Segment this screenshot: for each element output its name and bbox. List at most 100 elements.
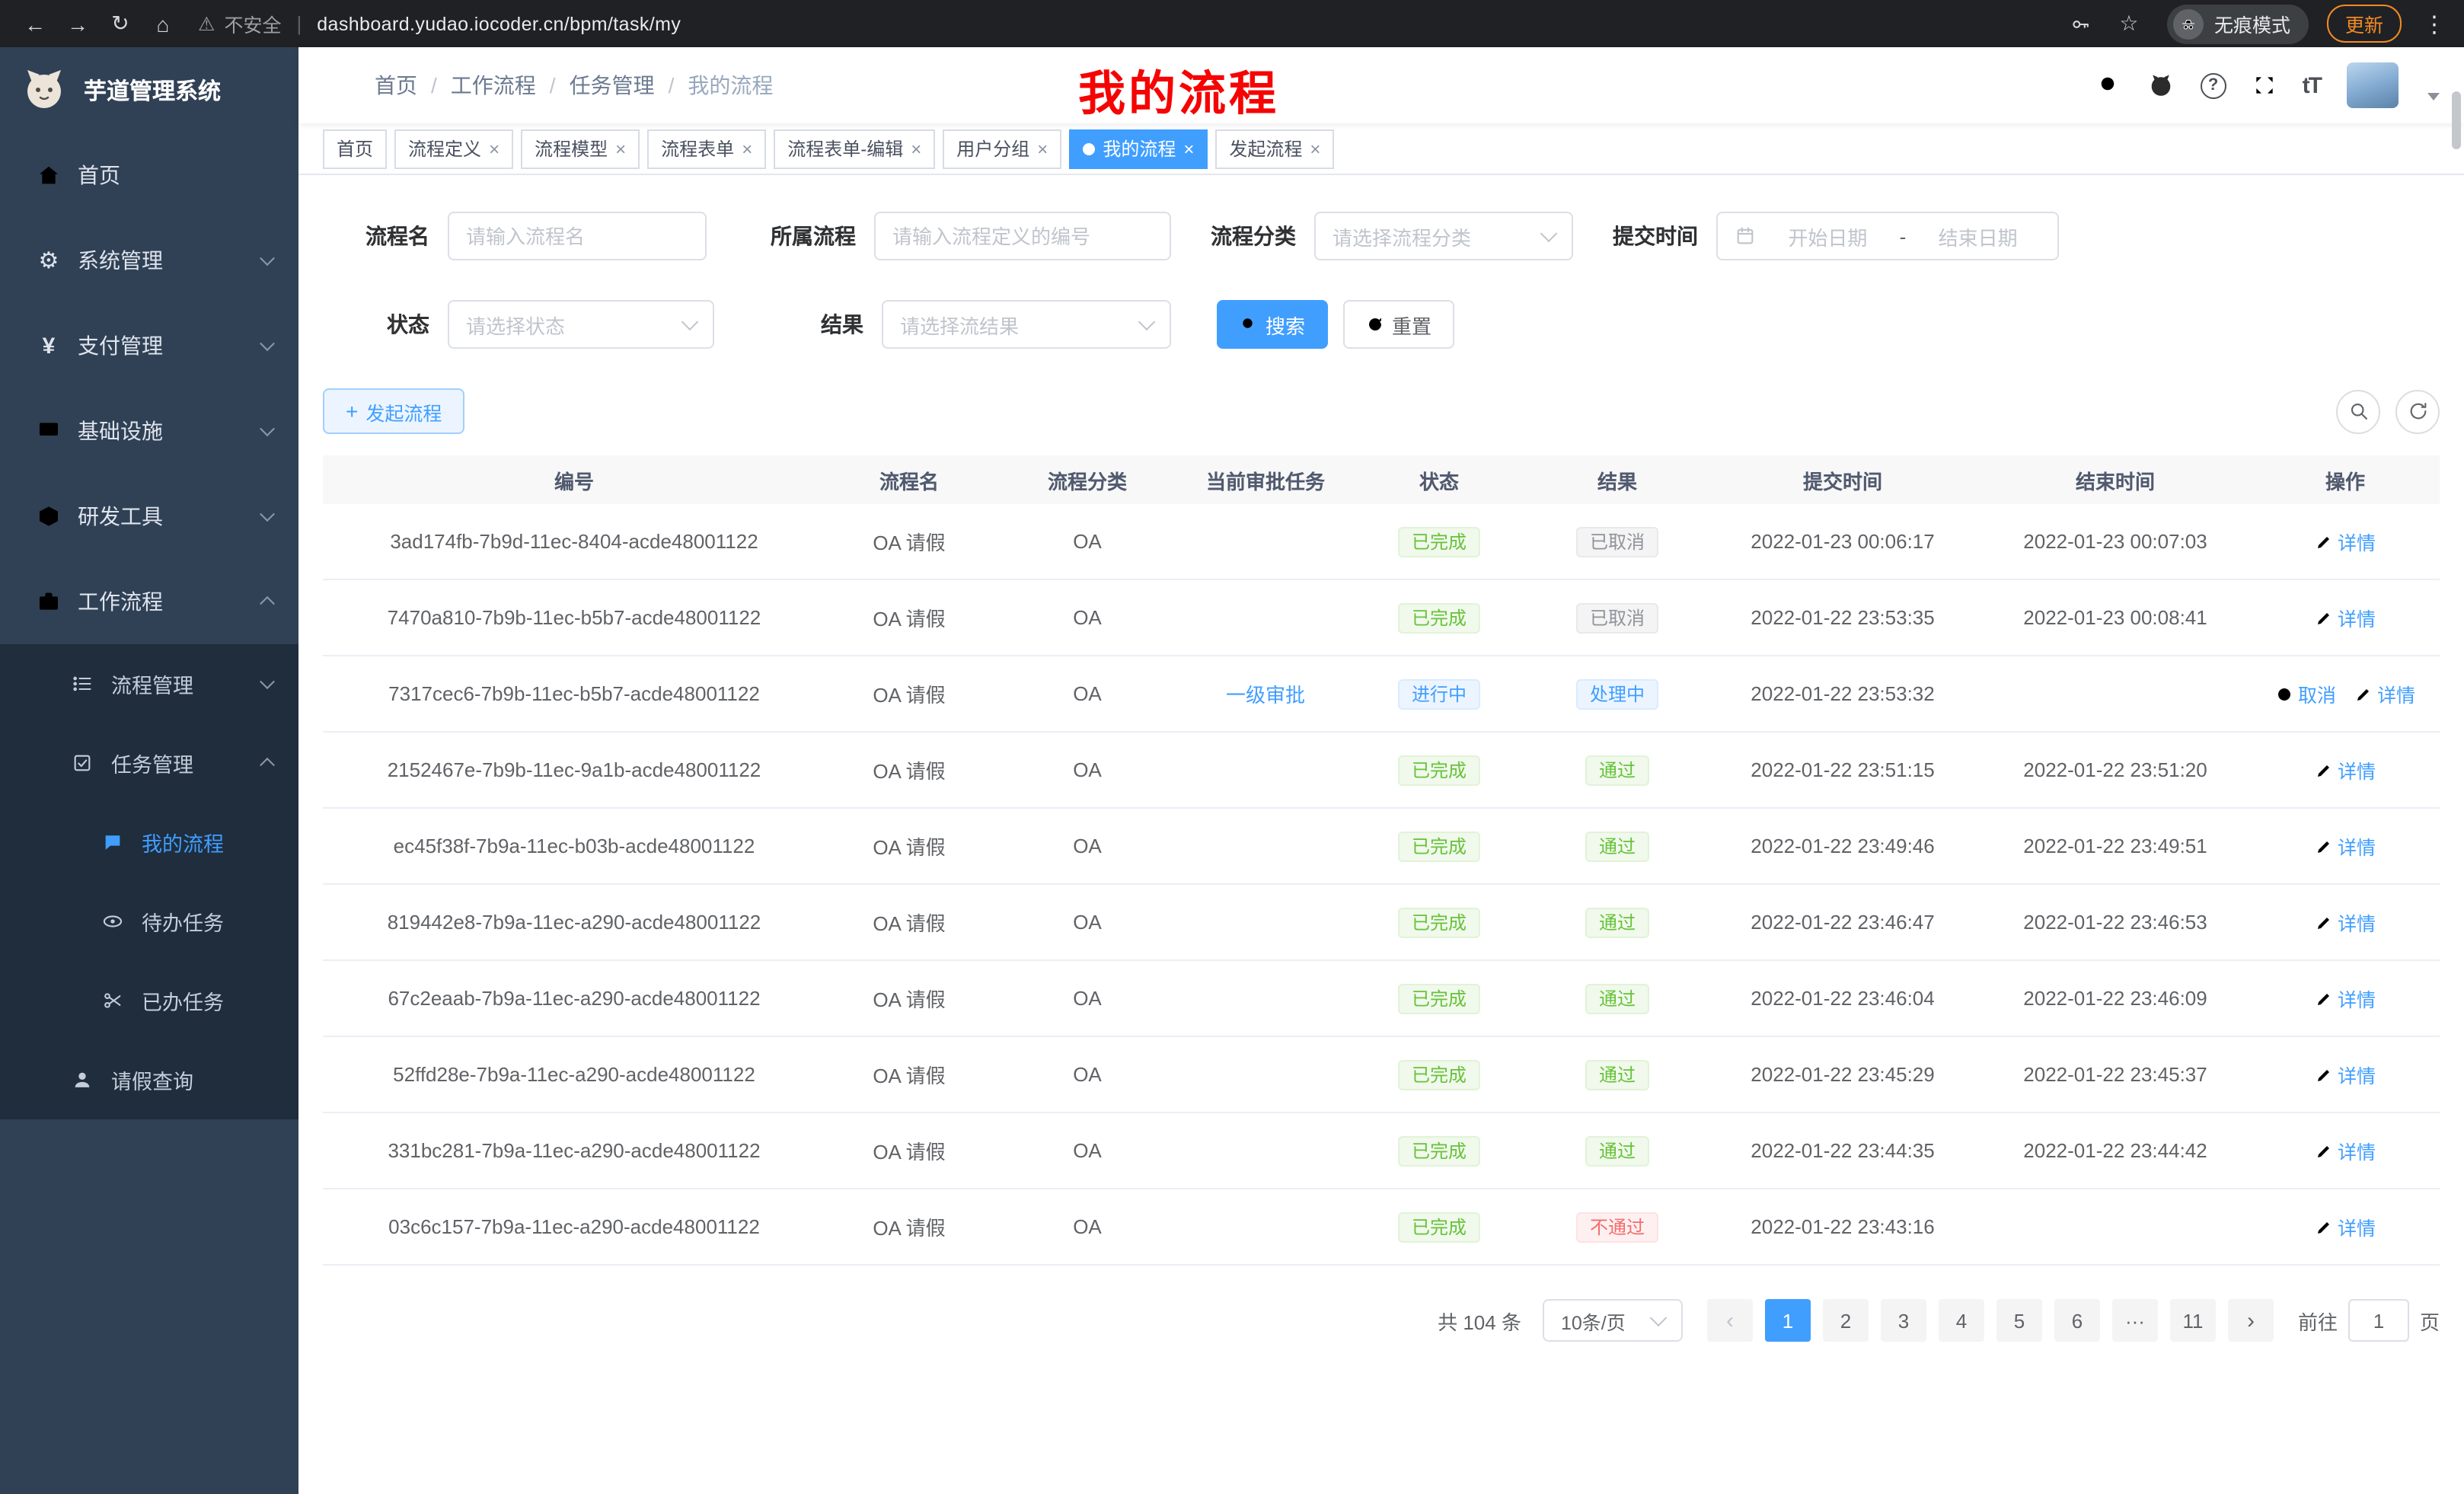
reset-button[interactable]: 重置 [1343,300,1454,349]
sidebar-item-task-mgmt[interactable]: 任务管理 [0,723,298,803]
cell-status: 进行中 [1349,678,1529,709]
tab-close-icon[interactable]: × [1310,139,1320,158]
font-size-icon[interactable]: tT [2303,72,2321,98]
cell-name: OA 请假 [825,679,993,708]
browser-back-button[interactable]: ← [15,4,55,43]
detail-link[interactable]: 详情 [2315,1212,2376,1241]
parent-process-input[interactable] [892,225,1153,247]
incognito-profile[interactable]: 无痕模式 [2167,4,2309,43]
tab-home[interactable]: 首页 [323,129,387,168]
breadcrumb-task-mgmt[interactable]: 任务管理 [570,70,655,101]
detail-link[interactable]: 详情 [2354,679,2415,708]
sidebar-item-system[interactable]: ⚙ 系统管理 [0,218,298,303]
detail-link[interactable]: 详情 [2315,755,2376,784]
sidebar-item-devtools[interactable]: 研发工具 [0,474,298,559]
detail-link[interactable]: 详情 [2315,527,2376,556]
status-select[interactable]: 请选择状态 [448,300,714,349]
breadcrumb-home[interactable]: 首页 [375,70,417,101]
next-page-button[interactable]: › [2228,1299,2274,1342]
tab-label: 流程模型 [535,136,608,161]
tab-close-icon[interactable]: × [615,139,626,158]
page-2[interactable]: 2 [1823,1299,1869,1342]
browser-reload-button[interactable]: ↻ [101,4,140,43]
cell-result: 通过 [1529,907,1706,937]
avatar-caret-icon[interactable] [2427,92,2440,100]
process-name-input[interactable] [466,225,688,247]
start-process-button[interactable]: + 发起流程 [323,388,464,434]
tab-process-form-edit[interactable]: 流程表单-编辑× [774,129,935,168]
page: ← → ↻ ⌂ ⚠ 不安全 | dashboard.yudao.iocoder.… [0,0,2464,1494]
page-5[interactable]: 5 [1996,1299,2042,1342]
sidebar-item-todo-tasks[interactable]: 待办任务 [0,882,298,961]
page-1[interactable]: 1 [1765,1299,1811,1342]
page-6[interactable]: 6 [2054,1299,2100,1342]
table-row: 331bc281-7b9a-11ec-a290-acde48001122 OA … [323,1113,2440,1189]
scrollbar-thumb[interactable] [2452,91,2461,149]
sidebar-item-home[interactable]: 首页 [0,132,298,218]
page-4[interactable]: 4 [1939,1299,1984,1342]
github-icon[interactable] [2147,72,2175,99]
tab-start-process[interactable]: 发起流程× [1215,129,1334,168]
user-avatar[interactable] [2347,62,2399,108]
tab-close-icon[interactable]: × [742,139,752,158]
fullscreen-icon[interactable] [2252,73,2277,97]
current-task-link[interactable]: 一级审批 [1226,684,1305,707]
refresh-table-button[interactable] [2395,389,2440,433]
page-size-select[interactable]: 10条/页 [1543,1299,1683,1342]
tab-process-model[interactable]: 流程模型 × [521,129,640,168]
tab-my-process[interactable]: 我的流程× [1069,129,1208,168]
search-icon[interactable] [2097,73,2121,97]
browser-home-button[interactable]: ⌂ [143,4,183,43]
sidebar-item-infra[interactable]: 基础设施 [0,388,298,474]
goto-page-input[interactable] [2348,1299,2409,1342]
more-pages-button[interactable]: ··· [2112,1299,2158,1342]
logo[interactable]: 芋道管理系统 [0,47,298,132]
tab-process-form[interactable]: 流程表单× [647,129,766,168]
detail-link[interactable]: 详情 [2315,1136,2376,1165]
cell-category: OA [993,911,1182,934]
key-icon[interactable] [2070,13,2091,34]
cancel-link[interactable]: 取消 [2275,679,2336,708]
status-tag: 已完成 [1398,1211,1480,1242]
edit-icon [2315,1065,2333,1084]
search-button[interactable]: 搜索 [1217,300,1328,349]
update-button[interactable]: 更新 [2327,5,2402,43]
help-icon[interactable]: ? [2201,72,2226,98]
detail-link[interactable]: 详情 [2315,1060,2376,1089]
tab-process-definition[interactable]: 流程定义× [394,129,513,168]
edit-icon [2315,1141,2333,1160]
chevron-down-icon [260,674,275,689]
sidebar-item-payment[interactable]: ¥ 支付管理 [0,303,298,388]
detail-link[interactable]: 详情 [2315,832,2376,860]
tab-close-icon[interactable]: × [489,139,500,158]
result-select[interactable]: 请选择流结果 [882,300,1171,349]
tab-close-icon[interactable]: × [1037,139,1048,158]
sidebar-item-leave-query[interactable]: 请假查询 [0,1040,298,1119]
toggle-search-button[interactable] [2336,389,2380,433]
breadcrumb-workflow[interactable]: 工作流程 [451,70,536,101]
sidebar-item-my-process[interactable]: 我的流程 [0,803,298,882]
sidebar-item-process-mgmt[interactable]: 流程管理 [0,644,298,723]
page-3[interactable]: 3 [1881,1299,1926,1342]
category-select[interactable]: 请选择流程分类 [1314,212,1573,260]
sidebar-item-done-tasks[interactable]: 已办任务 [0,961,298,1040]
sidebar-collapse-icon[interactable] [323,72,350,99]
address-url[interactable]: dashboard.yudao.iocoder.cn/bpm/task/my [317,13,681,34]
browser-forward-button[interactable]: → [58,4,97,43]
cell-name: OA 请假 [825,603,993,632]
scissors-icon [97,990,128,1011]
tab-user-group[interactable]: 用户分组× [943,129,1061,168]
prev-page-button[interactable]: ‹ [1707,1299,1753,1342]
tab-close-icon[interactable]: × [1183,139,1194,158]
detail-link[interactable]: 详情 [2315,908,2376,937]
main-panel: 我的流程 首页 / 工作流程 / 任务管理 / 我的流程 [298,47,2464,1494]
sidebar-item-workflow[interactable]: 工作流程 [0,559,298,644]
browser-menu-icon[interactable]: ⋮ [2420,10,2449,37]
bookmark-star-icon[interactable]: ☆ [2109,4,2149,43]
date-range-picker[interactable]: 开始日期 - 结束日期 [1716,212,2059,260]
page-11[interactable]: 11 [2170,1299,2216,1342]
detail-link[interactable]: 详情 [2315,603,2376,632]
detail-link[interactable]: 详情 [2315,984,2376,1013]
tab-close-icon[interactable]: × [911,139,921,158]
security-indicator[interactable]: ⚠ 不安全 [198,9,281,38]
